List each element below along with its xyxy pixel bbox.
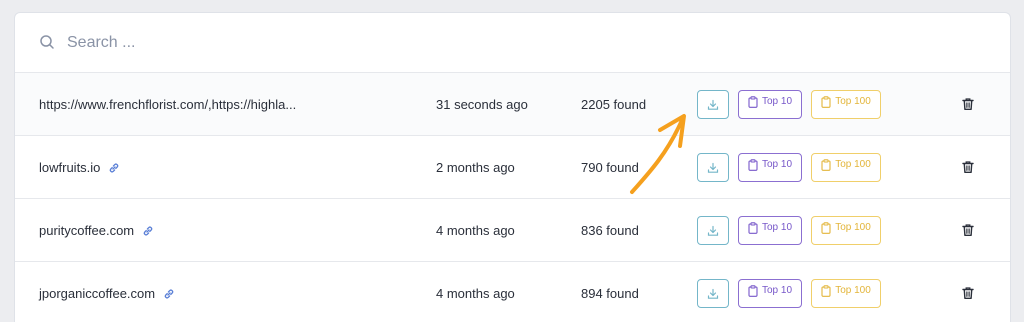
clipboard-icon: [748, 285, 758, 297]
top-10-label: Top 10: [761, 159, 793, 170]
top-10-button[interactable]: Top 10: [738, 153, 802, 182]
top-100-label: Top 100: [835, 285, 871, 296]
download-button[interactable]: [697, 216, 729, 245]
top-100-button[interactable]: Top 100: [811, 153, 881, 182]
download-icon: [707, 162, 719, 173]
trash-icon[interactable]: [961, 97, 975, 111]
row-url-text: lowfruits.io: [39, 160, 101, 175]
row-url[interactable]: https://www.frenchflorist.com/,https://h…: [39, 73, 296, 136]
top-10-button[interactable]: Top 10: [738, 216, 802, 245]
trash-icon[interactable]: [961, 223, 975, 237]
top-10-label: Top 10: [761, 285, 793, 296]
row-found-count: 894 found: [581, 286, 639, 301]
clipboard-icon: [821, 159, 831, 171]
row-found-count: 2205 found: [581, 97, 647, 112]
table-row: https://www.frenchflorist.com/,https://h…: [15, 73, 1010, 136]
table-row: puritycoffee.com 4 months ago 836 found: [15, 199, 1010, 262]
download-button[interactable]: [697, 153, 729, 182]
trash-icon[interactable]: [961, 286, 975, 300]
clipboard-icon: [748, 222, 758, 234]
top-100-label: Top 100: [835, 159, 871, 170]
top-100-label: Top 100: [835, 222, 871, 233]
row-time: 2 months ago: [436, 160, 515, 175]
row-url-text: https://www.frenchflorist.com/,https://h…: [39, 97, 297, 112]
top-100-button[interactable]: Top 100: [811, 90, 881, 119]
row-url[interactable]: jporganiccoffee.com: [39, 262, 175, 322]
clipboard-icon: [821, 285, 831, 297]
top-10-label: Top 10: [761, 222, 793, 233]
row-found-count: 790 found: [581, 160, 639, 175]
results-panel: https://www.frenchflorist.com/,https://h…: [14, 12, 1011, 322]
row-time: 4 months ago: [436, 286, 515, 301]
top-10-button[interactable]: Top 10: [738, 90, 802, 119]
table-row: lowfruits.io 2 months ago 790 found Top …: [15, 136, 1010, 199]
link-icon[interactable]: [142, 201, 154, 264]
top-100-button[interactable]: Top 100: [811, 216, 881, 245]
row-found-count: 836 found: [581, 223, 639, 238]
top-100-label: Top 100: [835, 96, 871, 107]
clipboard-icon: [748, 96, 758, 108]
download-button[interactable]: [697, 90, 729, 119]
row-time: 4 months ago: [436, 223, 515, 238]
clipboard-icon: [821, 96, 831, 108]
row-url-text: puritycoffee.com: [39, 223, 135, 238]
download-icon: [707, 288, 719, 299]
trash-icon[interactable]: [961, 160, 975, 174]
row-url-text: jporganiccoffee.com: [39, 286, 156, 301]
download-button[interactable]: [697, 279, 729, 308]
table-row: jporganiccoffee.com 4 months ago 894 fou…: [15, 262, 1010, 322]
top-10-button[interactable]: Top 10: [738, 279, 802, 308]
clipboard-icon: [748, 159, 758, 171]
download-icon: [707, 99, 719, 110]
top-10-label: Top 10: [761, 96, 793, 107]
download-icon: [707, 225, 719, 236]
top-100-button[interactable]: Top 100: [811, 279, 881, 308]
search-bar: [15, 13, 1010, 73]
clipboard-icon: [821, 222, 831, 234]
row-time: 31 seconds ago: [436, 97, 528, 112]
search-icon: [40, 35, 54, 49]
row-url[interactable]: puritycoffee.com: [39, 199, 154, 262]
link-icon[interactable]: [163, 264, 175, 322]
link-icon[interactable]: [108, 138, 120, 201]
search-input[interactable]: [67, 31, 667, 55]
row-url[interactable]: lowfruits.io: [39, 136, 120, 199]
